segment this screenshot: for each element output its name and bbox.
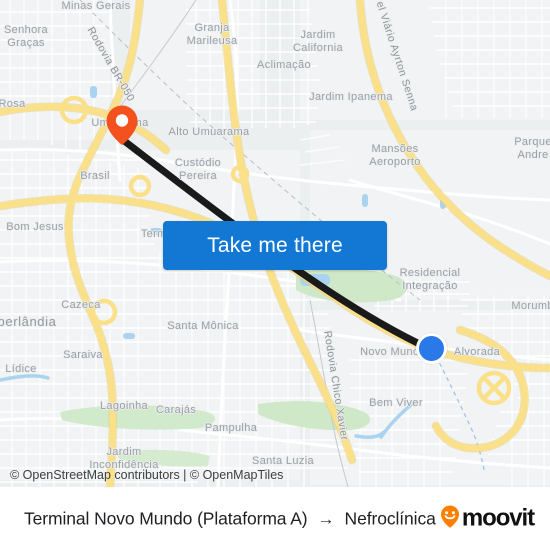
trip-destination-label: Nefroclínica bbox=[344, 508, 436, 528]
map-attribution[interactable]: © OpenStreetMap contributors | © OpenMap… bbox=[10, 468, 283, 482]
moovit-pin-icon bbox=[440, 504, 460, 533]
destination-dot-icon[interactable] bbox=[416, 333, 447, 364]
map-canvas[interactable]: Minas Gerais Senhora Graças Granja Marileu… bbox=[0, 0, 550, 487]
footer-bar: Terminal Novo Mundo (Plataforma A) → Nef… bbox=[0, 487, 550, 550]
take-me-there-button[interactable]: Take me there bbox=[163, 221, 387, 270]
moovit-logo[interactable]: moovit bbox=[440, 504, 535, 533]
arrow-right-icon: → bbox=[317, 509, 335, 528]
origin-pin-icon[interactable] bbox=[105, 104, 139, 146]
trip-summary: Terminal Novo Mundo (Plataforma A) → Nef… bbox=[24, 508, 436, 529]
moovit-wordmark: moovit bbox=[461, 504, 535, 532]
trip-origin-label: Terminal Novo Mundo (Plataforma A) bbox=[24, 508, 308, 528]
